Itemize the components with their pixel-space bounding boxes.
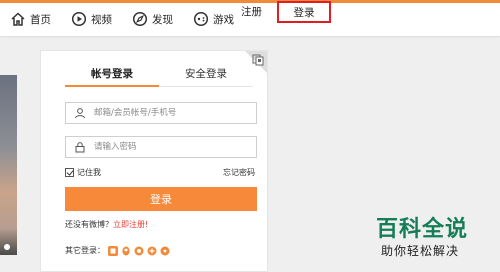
tab-secure-login[interactable]: 安全登录: [159, 63, 253, 85]
login-card: 帐号登录 安全登录 记住我 忘记密码 登录 还没有微博？立即注册! 其它登录：: [40, 50, 268, 272]
nav-item-video[interactable]: 视频: [71, 11, 112, 27]
gamepad-icon: [193, 11, 209, 27]
qq-login-icon[interactable]: [121, 246, 131, 256]
login-button[interactable]: 登录: [65, 187, 257, 211]
zhi-login-icon[interactable]: [108, 245, 118, 256]
qr-code-icon[interactable]: [252, 54, 264, 66]
active-tab-indicator: [65, 85, 159, 87]
top-accent-strip: [0, 0, 500, 3]
more-login-icon[interactable]: [160, 246, 170, 256]
watermark-subtitle: 助你轻松解决: [381, 244, 460, 258]
nav-label-games: 游戏: [213, 13, 234, 26]
register-now-link[interactable]: 立即注册!: [113, 220, 148, 229]
compass-icon: [132, 11, 148, 27]
carousel-dot[interactable]: [4, 244, 10, 250]
nav-label-home: 首页: [30, 13, 51, 26]
user-icon: [75, 108, 85, 119]
forgot-password-link[interactable]: 忘记密码: [223, 167, 255, 178]
tab-account-login[interactable]: 帐号登录: [65, 63, 159, 85]
weibo-login-icon[interactable]: [134, 246, 144, 256]
no-account-prompt: 还没有微博？立即注册!: [65, 219, 148, 230]
register-nav-link[interactable]: 注册: [241, 4, 262, 19]
password-field: [65, 136, 257, 158]
video-play-icon: [71, 11, 87, 27]
other-login-row: 其它登录：: [65, 245, 170, 256]
watermark-title: 百科全说: [376, 217, 469, 242]
nav-label-video: 视频: [91, 13, 112, 26]
home-icon: [11, 12, 25, 26]
login-nav-link[interactable]: 登录: [277, 1, 331, 23]
other-login-label: 其它登录：: [65, 246, 105, 255]
remember-label: 记住我: [77, 168, 101, 177]
main-nav: 首页 视频 发现 游戏: [0, 6, 244, 32]
wechat-login-icon[interactable]: [147, 246, 157, 256]
login-tabs: 帐号登录 安全登录: [65, 63, 253, 85]
no-account-text: 还没有微博？: [65, 220, 113, 229]
nav-item-home[interactable]: 首页: [10, 11, 51, 27]
password-input[interactable]: [92, 141, 246, 153]
lock-icon: [75, 142, 85, 153]
nav-item-discover[interactable]: 发现: [132, 11, 173, 27]
remember-me[interactable]: 记住我: [65, 167, 101, 178]
background-banner: [0, 75, 17, 255]
nav-label-discover: 发现: [152, 13, 173, 26]
remember-checkbox[interactable]: [65, 168, 74, 177]
username-field: [65, 102, 257, 124]
top-navigation-bar: 首页 视频 发现 游戏 注册 登录: [0, 0, 500, 36]
nav-item-games[interactable]: 游戏: [193, 11, 234, 27]
username-input[interactable]: [92, 107, 246, 119]
